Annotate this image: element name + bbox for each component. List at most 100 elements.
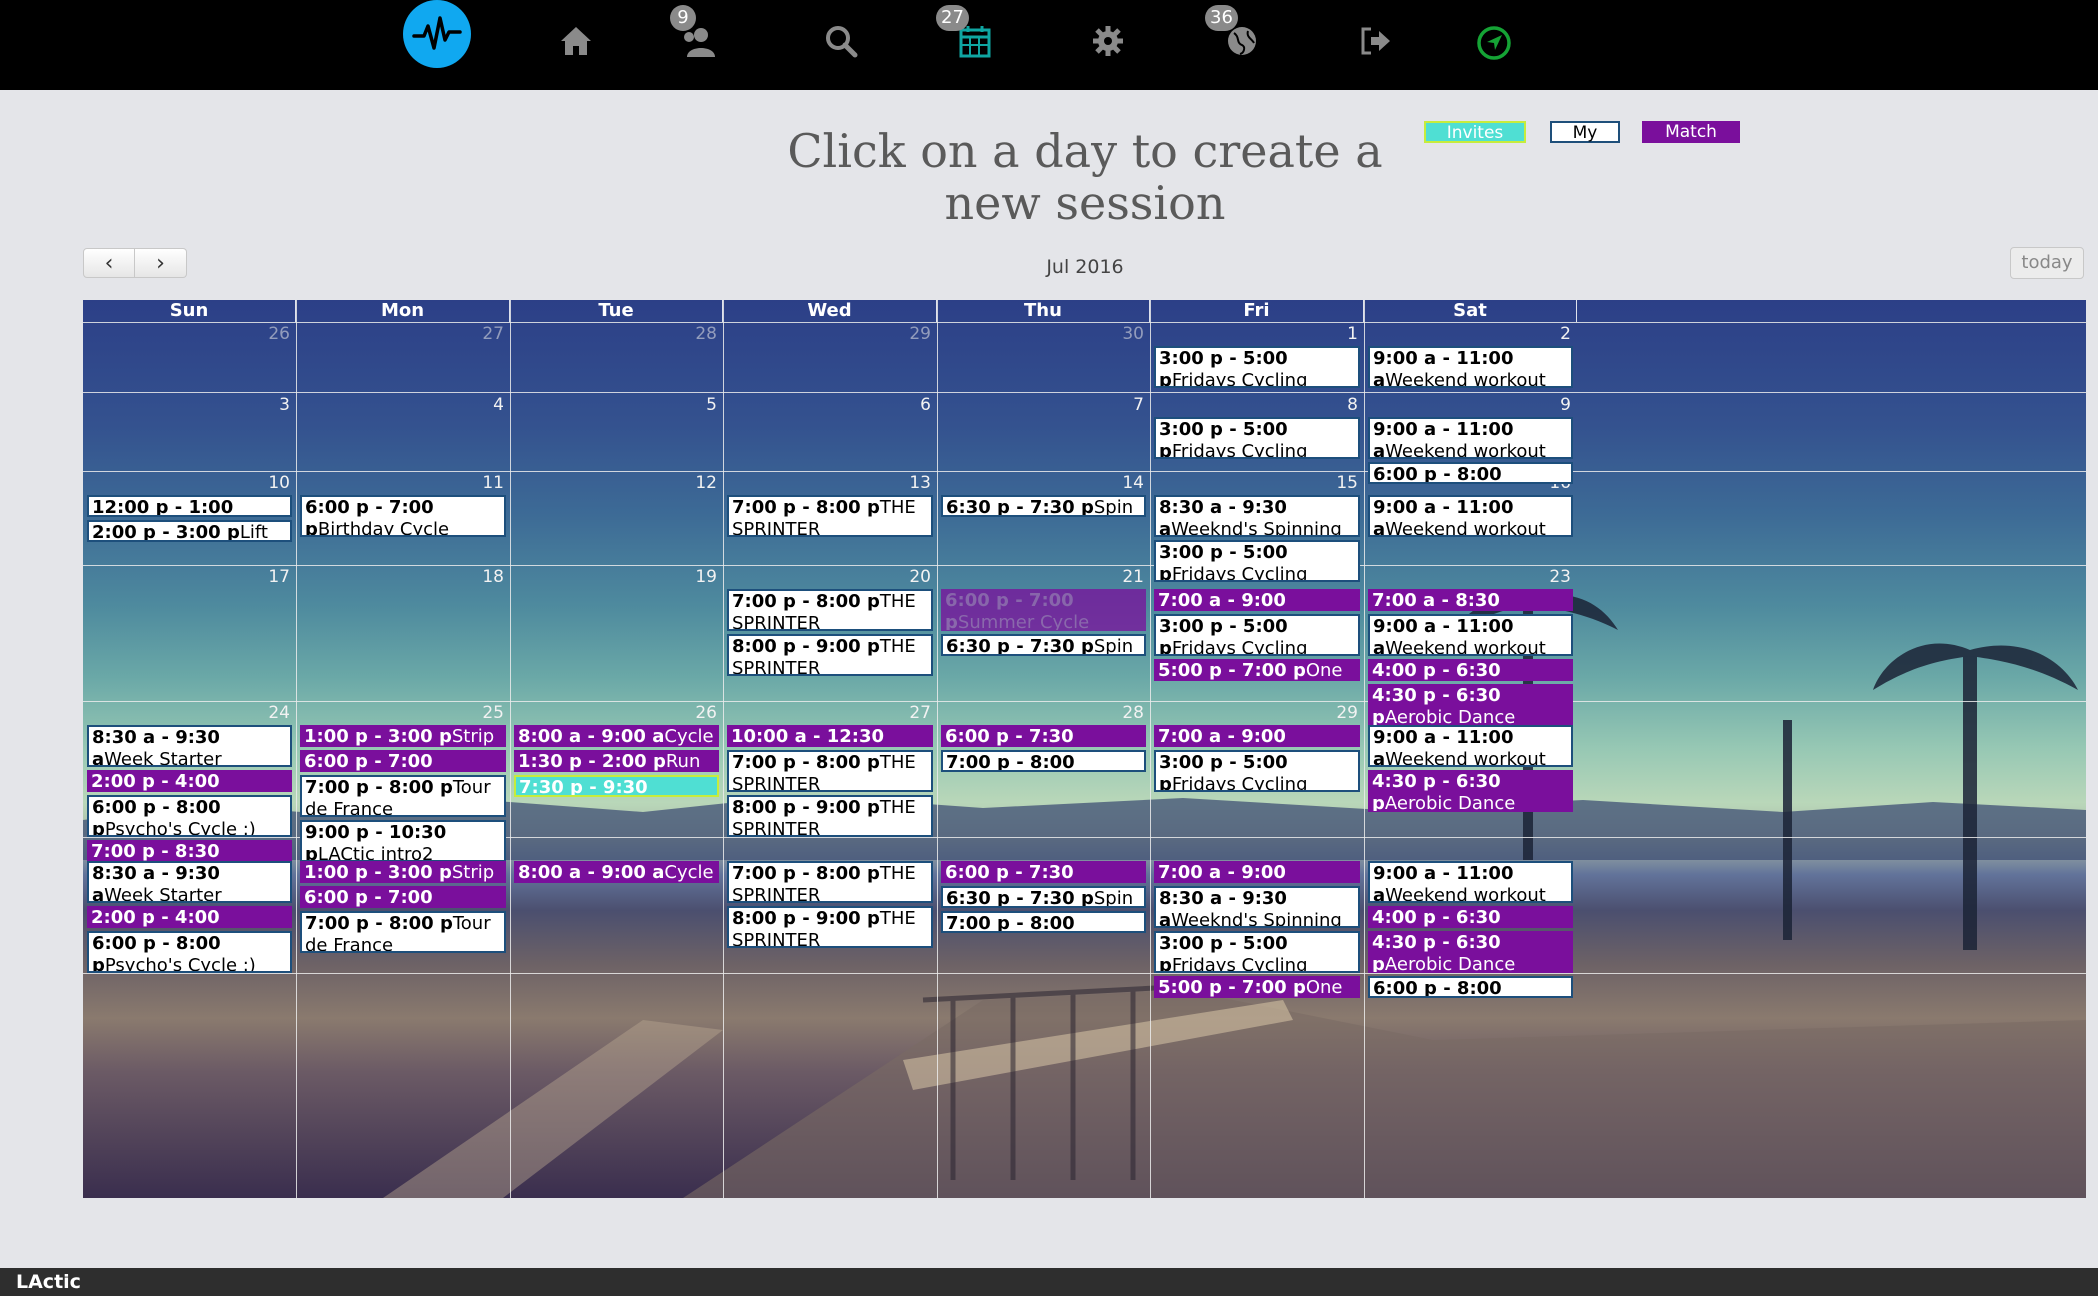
calendar-event[interactable]: 1:30 p - 2:00 pRun <box>514 750 719 772</box>
calendar-event[interactable]: 7:00 a - 9:00 aMarathon <box>1154 861 1360 883</box>
day-number[interactable]: 29 <box>891 324 931 344</box>
day-number[interactable]: 21 <box>1104 567 1144 587</box>
calendar-event[interactable]: 7:00 p - 8:00 pTHE SPRINTER <box>727 495 933 537</box>
day-number[interactable]: 3 <box>250 395 290 415</box>
calendar-event[interactable]: 2:00 p - 4:00 pPilates <box>87 770 292 792</box>
location-arrow-icon[interactable] <box>1467 16 1521 70</box>
day-number[interactable]: 29 <box>1318 703 1358 723</box>
calendar-event[interactable]: 6:00 p - 7:00 pBirthday Cycle <box>300 495 506 537</box>
calendar-event[interactable]: 3:00 p - 5:00 pFridays Cycling <box>1154 417 1360 459</box>
search-icon[interactable] <box>814 14 868 68</box>
calendar-event[interactable]: 6:00 p - 7:00 pSwimming <box>300 886 506 908</box>
calendar-event[interactable]: 8:00 p - 9:00 pTHE SPRINTER <box>727 906 933 948</box>
day-number[interactable]: 1 <box>1318 324 1358 344</box>
calendar-event[interactable]: 9:00 a - 11:00 aWeekend workout <box>1368 346 1573 388</box>
home-icon[interactable] <box>549 14 603 68</box>
day-number[interactable]: 23 <box>1531 567 1571 587</box>
calendar-event[interactable]: 6:00 p - 8:00 pBeach time <box>1368 976 1573 998</box>
day-number[interactable]: 30 <box>1104 324 1144 344</box>
calendar-event[interactable]: 8:00 a - 9:00 aCycle <box>514 861 719 883</box>
calendar-event[interactable]: 7:00 p - 8:00 pTHE SPRINTER <box>727 861 933 903</box>
calendar-event[interactable]: 7:00 p - 8:00 pTour de France <box>300 775 506 817</box>
calendar-event[interactable]: 6:00 p - 8:00 pBeach time <box>1368 462 1573 484</box>
calendar-event[interactable]: 4:30 p - 6:30 pAerobic Dance <box>1368 770 1573 812</box>
my-filter-button[interactable]: My <box>1550 121 1620 143</box>
calendar-event[interactable]: 4:30 p - 6:30 pAerobic Dance <box>1368 684 1573 726</box>
calendar-event[interactable]: 7:00 a - 9:00 aMarathon <box>1154 589 1360 611</box>
calendar-event[interactable]: 9:00 a - 11:00 aWeekend workout <box>1368 495 1573 537</box>
calendar-event[interactable]: 6:00 p - 8:00 pPsycho's Cycle :) <box>87 795 292 837</box>
day-number[interactable]: 2 <box>1531 324 1571 344</box>
calendar-event[interactable]: 3:00 p - 5:00 pFridays Cycling <box>1154 540 1360 582</box>
calendar-event[interactable]: 3:00 p - 5:00 pFridays Cycling <box>1154 346 1360 388</box>
day-number[interactable]: 9 <box>1531 395 1571 415</box>
calendar-event[interactable]: 7:00 a - 9:00 aMarathon <box>1154 725 1360 747</box>
day-number[interactable]: 28 <box>1104 703 1144 723</box>
calendar-event[interactable]: 7:00 p - 8:00 pCycle <box>941 911 1146 933</box>
day-number[interactable]: 27 <box>891 703 931 723</box>
day-number[interactable]: 12 <box>677 473 717 493</box>
calendar-event[interactable]: 4:00 p - 6:30 pDance <box>1368 659 1573 681</box>
calendar-event[interactable]: 6:00 p - 8:00 pPsycho's Cycle :) <box>87 931 292 973</box>
calendar-event[interactable]: 2:00 p - 3:00 pLift <box>87 520 292 542</box>
calendar-event[interactable]: 6:30 p - 7:30 pSpin <box>941 495 1146 517</box>
calendar-event[interactable]: 1:00 p - 3:00 pStrip ance <box>300 861 506 883</box>
month-calendar[interactable]: Sun Mon Tue Wed Thu Fri Sat 26 27 28 29 30 1 2 3 4 5 6 7 8… <box>83 300 2086 1198</box>
calendar-event[interactable]: 9:00 a - 11:00 aWeekend workout <box>1368 614 1573 656</box>
day-number[interactable]: 28 <box>677 324 717 344</box>
day-number[interactable]: 14 <box>1104 473 1144 493</box>
calendar-event[interactable]: 9:00 a - 11:00 aWeekend workout <box>1368 861 1573 903</box>
calendar-event[interactable]: 5:00 p - 7:00 pOne time's <box>1154 976 1360 998</box>
next-month-button[interactable]: › <box>135 248 187 278</box>
invites-filter-button[interactable]: Invites <box>1424 121 1526 143</box>
calendar-event[interactable]: 7:00 p - 8:00 pTHE SPRINTER <box>727 750 933 792</box>
day-number[interactable]: 17 <box>250 567 290 587</box>
day-number[interactable]: 7 <box>1104 395 1144 415</box>
calendar-event[interactable]: 7:00 p - 8:00 pCycle <box>941 750 1146 772</box>
day-number[interactable]: 26 <box>250 324 290 344</box>
day-number[interactable]: 5 <box>677 395 717 415</box>
day-number[interactable]: 25 <box>464 703 504 723</box>
gear-icon[interactable] <box>1081 14 1135 68</box>
calendar-event[interactable]: 10:00 a - 12:30 pHiking <box>727 725 933 747</box>
calendar-event[interactable]: 6:00 p - 7:00 pSummer Cycle <box>941 589 1146 631</box>
calendar-event[interactable]: 6:30 p - 7:30 pSpin <box>941 886 1146 908</box>
calendar-event[interactable]: 9:00 a - 11:00 aWeekend workout <box>1368 417 1573 459</box>
calendar-event[interactable]: 6:00 p - 7:00 pSwimming <box>300 750 506 772</box>
calendar-event[interactable]: 7:00 p - 8:00 pTour de France <box>300 911 506 953</box>
calendar-event[interactable]: 6:00 p - 7:30 pZumba <box>941 861 1146 883</box>
calendar-event[interactable]: 4:00 p - 6:30 pDance <box>1368 906 1573 928</box>
calendar-event[interactable]: 8:00 a - 9:00 aCycle <box>514 725 719 747</box>
day-number[interactable]: 24 <box>250 703 290 723</box>
calendar-event[interactable]: 12:00 p - 1:00 pWorkout <box>87 495 292 517</box>
day-number[interactable]: 4 <box>464 395 504 415</box>
calendar-event[interactable]: 8:30 a - 9:30 aWeeknd's Spinning <box>1154 886 1360 928</box>
calendar-event[interactable]: 9:00 a - 11:00 aWeekend workout <box>1368 725 1573 767</box>
calendar-event[interactable]: 4:30 p - 6:30 pAerobic Dance <box>1368 931 1573 973</box>
calendar-event[interactable]: 7:30 p - 9:30 pHiking <box>514 775 719 797</box>
day-number[interactable]: 11 <box>464 473 504 493</box>
day-number[interactable]: 26 <box>677 703 717 723</box>
calendar-event[interactable]: 8:00 p - 9:00 pTHE SPRINTER <box>727 795 933 837</box>
day-number[interactable]: 19 <box>677 567 717 587</box>
day-number[interactable]: 10 <box>250 473 290 493</box>
day-number[interactable]: 13 <box>891 473 931 493</box>
calendar-event[interactable]: 7:00 a - 8:30 aJogging <box>1368 589 1573 611</box>
calendar-event[interactable]: 8:00 p - 9:00 pTHE SPRINTER <box>727 634 933 676</box>
calendar-event[interactable]: 5:00 p - 7:00 pOne time's <box>1154 659 1360 681</box>
day-number[interactable]: 18 <box>464 567 504 587</box>
match-filter-button[interactable]: Match <box>1642 121 1740 143</box>
today-button[interactable]: today <box>2010 247 2084 279</box>
calendar-event[interactable]: 1:00 p - 3:00 pStrip ance <box>300 725 506 747</box>
day-number[interactable]: 6 <box>891 395 931 415</box>
calendar-event[interactable]: 3:00 p - 5:00 pFridays Cycling <box>1154 750 1360 792</box>
calendar-event[interactable]: 6:30 p - 7:30 pSpin <box>941 634 1146 656</box>
day-number[interactable]: 27 <box>464 324 504 344</box>
calendar-event[interactable]: 8:30 a - 9:30 aWeek Starter <box>87 725 292 767</box>
day-number[interactable]: 8 <box>1318 395 1358 415</box>
calendar-event[interactable]: 3:00 p - 5:00 pFridays Cycling <box>1154 931 1360 973</box>
pulse-logo-icon[interactable] <box>403 0 471 68</box>
calendar-event[interactable]: 8:30 a - 9:30 aWeeknd's Spinning <box>1154 495 1360 537</box>
calendar-event[interactable]: 9:00 p - 10:30 pLACtic intro2 <box>300 820 506 862</box>
day-number[interactable]: 15 <box>1318 473 1358 493</box>
